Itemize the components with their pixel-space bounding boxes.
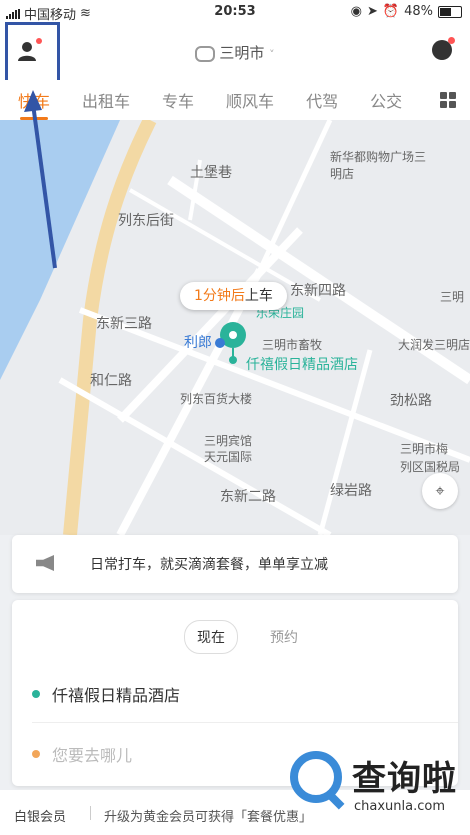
message-button[interactable] — [432, 37, 455, 60]
chevron-down-icon: ˅ — [269, 48, 275, 61]
alarm-icon: ⏰ — [382, 4, 400, 19]
origin-text: 仟禧假日精品酒店 — [52, 686, 181, 705]
didi-logo-icon — [195, 45, 216, 62]
member-level: 白银会员 — [14, 810, 67, 825]
pickup-eta-bubble: 1分钟后上车 — [180, 282, 287, 310]
destination-dot-icon — [32, 750, 40, 758]
map-poi: 新华都购物广场三明店 — [330, 150, 427, 181]
map-poi: 大润发三明店 — [398, 338, 470, 352]
map-label: 土堡巷 — [190, 165, 232, 181]
map-label: 列东后街 — [118, 213, 174, 229]
city-selector[interactable]: 三明市 ˅ — [0, 42, 470, 63]
promo-text: 日常打车，就买滴滴套餐，单单享立减 — [90, 557, 328, 573]
destination-field[interactable]: 您要去哪儿 — [32, 742, 132, 766]
tab-chauffeur[interactable]: 代驾 — [306, 88, 338, 112]
map-label: 东新二路 — [220, 489, 276, 505]
battery-percent: 48% — [404, 4, 433, 19]
map-label: 绿岩路 — [330, 483, 372, 499]
pickup-eta: 1分钟后 — [194, 288, 245, 304]
member-promo: 升级为黄金会员可获得「套餐优惠」 — [104, 810, 313, 825]
map-label: 和仁路 — [90, 373, 132, 389]
map-poi: 列东百货大楼 — [180, 392, 253, 406]
more-services-icon[interactable] — [440, 92, 456, 108]
megaphone-icon — [36, 555, 54, 571]
map-poi: 三明市梅 — [400, 442, 449, 456]
status-bar: 中国移动 ≋ 20:53 ◉ ➤ ⏰ 48% — [0, 0, 470, 24]
locate-button[interactable]: ⌖ — [422, 473, 458, 509]
map-label: 劲松路 — [390, 393, 432, 409]
promo-banner[interactable]: 日常打车，就买滴滴套餐，单单享立减 — [12, 535, 458, 593]
tab-premier[interactable]: 专车 — [162, 88, 194, 112]
divider — [90, 806, 91, 820]
pin-base-dot — [229, 356, 237, 364]
current-location-dot — [215, 338, 225, 348]
map-poi: 三明宾馆 — [204, 434, 253, 448]
city-name: 三明市 — [219, 44, 265, 62]
map-poi: 利郎 — [184, 335, 212, 351]
battery-icon — [438, 5, 462, 18]
tab-bus[interactable]: 公交 — [370, 88, 402, 112]
destination-placeholder: 您要去哪儿 — [52, 746, 133, 765]
magnifier-logo-icon — [290, 751, 342, 803]
tab-taxi[interactable]: 出租车 — [82, 88, 130, 112]
watermark-en: chaxunla.com — [354, 799, 445, 814]
map-poi: 三明市畜牧 — [262, 338, 323, 352]
service-tabs: 快车 出租车 专车 顺风车 代驾 公交 — [0, 80, 470, 120]
map-poi: 仟禧假日精品酒店 — [246, 357, 358, 373]
now-option[interactable]: 现在 — [184, 620, 238, 654]
tab-express[interactable]: 快车 — [18, 88, 50, 120]
location-arrow-icon: ➤ — [367, 4, 378, 19]
tab-carpool[interactable]: 顺风车 — [226, 88, 274, 112]
watermark-cn: 查询啦 — [352, 759, 457, 799]
pickup-suffix: 上车 — [244, 288, 273, 304]
lock-rotation-icon: ◉ — [350, 4, 362, 19]
map-label: 东新三路 — [96, 316, 152, 332]
divider — [32, 722, 458, 723]
crosshair-icon: ⌖ — [435, 481, 445, 500]
message-badge — [448, 37, 455, 44]
reserve-option[interactable]: 预约 — [258, 620, 310, 654]
origin-dot-icon — [32, 690, 40, 698]
map-poi: 三明 — [440, 290, 465, 304]
map-poi: 天元国际 — [204, 450, 253, 464]
origin-field[interactable]: 仟禧假日精品酒店 — [32, 682, 180, 706]
watermark-logo: 查询啦 chaxunla.com — [290, 745, 460, 831]
map-poi: 列区国税局 — [400, 460, 461, 474]
map-label: 东新四路 — [290, 283, 346, 299]
time-selector: 现在 预约 — [184, 620, 310, 654]
